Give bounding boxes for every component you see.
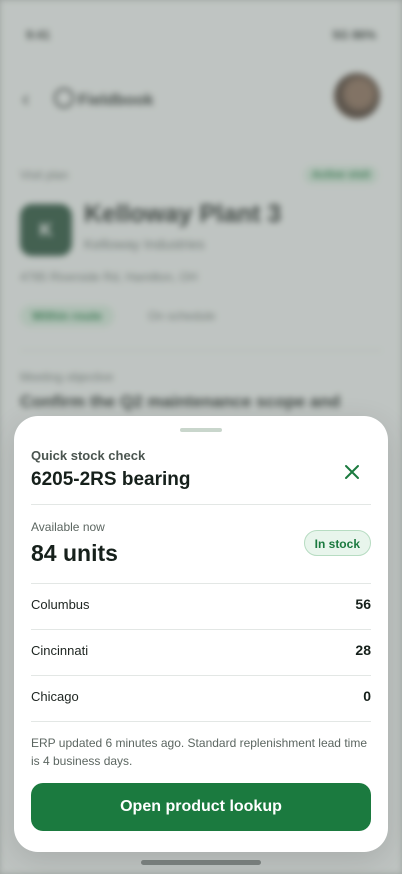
status-badge: In stock xyxy=(303,530,371,556)
close-button[interactable] xyxy=(338,458,366,486)
stock-check-sheet: Quick stock check 6205-2RS bearing Avail… xyxy=(14,416,388,852)
location-qty: 28 xyxy=(355,642,371,658)
location-qty: 0 xyxy=(363,688,371,704)
sheet-eyebrow: Quick stock check xyxy=(31,448,146,463)
available-label: Available now xyxy=(31,520,105,534)
product-title: 6205-2RS bearing xyxy=(31,469,191,490)
divider xyxy=(31,504,371,505)
location-qty: 56 xyxy=(355,596,371,612)
location-name: Chicago xyxy=(31,689,79,704)
location-name: Cincinnati xyxy=(31,643,89,658)
open-product-lookup-button[interactable]: Open product lookup xyxy=(31,783,371,831)
home-indicator[interactable] xyxy=(141,860,261,865)
divider xyxy=(31,721,371,722)
list-item: Chicago 0 xyxy=(31,675,371,721)
list-item: Cincinnati 28 xyxy=(31,629,371,675)
close-icon xyxy=(345,465,359,479)
drag-handle[interactable] xyxy=(180,428,222,432)
location-name: Columbus xyxy=(31,597,90,612)
available-value: 84 units xyxy=(31,540,118,566)
erp-note: ERP updated 6 minutes ago. Standard repl… xyxy=(31,736,367,768)
list-item: Columbus 56 xyxy=(31,583,371,629)
